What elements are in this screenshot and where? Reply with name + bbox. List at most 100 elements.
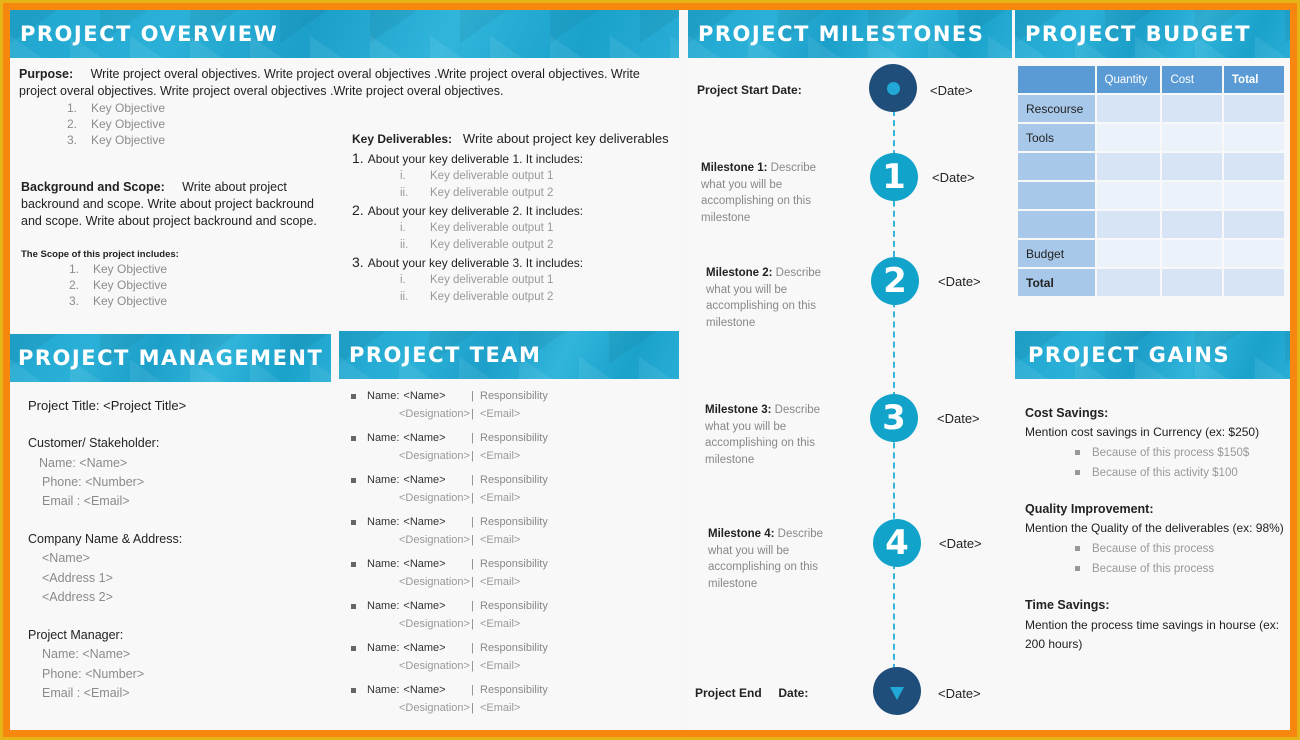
separator: | [471,576,474,588]
member-name: <Name> [403,390,446,402]
milestone-date: <Date> [938,274,981,289]
member-designation: <Designation> [399,450,470,462]
member-email: <Email> [480,450,521,462]
objective-item: 2. Key Objective [67,116,165,132]
objective-item: 3. Key Objective [67,132,165,148]
objective-item: 3. Key Objective [69,293,167,309]
mgmt-customer-phone: Phone: <Number> [42,475,145,489]
budget-row-label: Budget [1018,240,1095,267]
deliverable-item: 1. About your key deliverable 1. It inclu… [352,150,672,168]
item-number: 2. [67,117,78,131]
quality-label: Quality Improvement: [1025,502,1154,516]
deliverable-number: 3. [352,254,364,270]
budget-cell[interactable] [1162,182,1222,209]
budget-cell[interactable] [1162,95,1222,122]
separator: | [471,492,474,504]
bullet-icon [1075,470,1080,476]
bullet-icon [351,519,356,525]
budget-cell[interactable] [1162,124,1222,151]
mgmt-manager-name: Name: <Name> [42,647,131,661]
budget-cell[interactable] [1223,269,1284,296]
team-member: Name: <Name> | Responsibility <Designation> |… [351,682,671,724]
milestone-date: <Date> [939,536,982,551]
separator: | [471,618,474,630]
gain-bullet-item: Because of this process [1075,559,1214,579]
budget-cell[interactable] [1223,124,1284,151]
budget-column-header: Cost [1162,66,1222,93]
gain-bullet-item: Because of this activity $100 [1075,463,1249,483]
member-name: <Name> [403,558,446,570]
budget-cell[interactable] [1162,240,1222,267]
separator: | [471,432,474,444]
management-header: PROJECT MANAGEMENT [10,334,331,382]
item-number: 2. [69,278,80,292]
separator: | [471,408,474,420]
background-label: Background and Scope: [21,180,165,194]
budget-cell[interactable] [1162,153,1222,180]
output-numeral: i. [400,274,406,286]
output-numeral: ii. [400,238,409,251]
member-name-label: Name: [367,558,400,570]
bullet-icon [351,603,356,609]
team-member: Name: <Name> | Responsibility <Designation> |… [351,640,671,682]
budget-cell[interactable] [1096,153,1161,180]
budget-table: Quantity Cost Total Rescourse Tools Budget Tot… [1016,64,1286,298]
mgmt-company-label: Company Name & Address: [28,532,183,546]
output-numeral: i. [400,222,406,234]
budget-cell[interactable] [1096,124,1161,151]
deliverable-output: ii. Key deliverable output 2 [352,237,672,254]
purpose-text: Write project overal objectives. Write p… [19,67,640,98]
budget-cell[interactable] [1096,95,1161,122]
deliverable-text: About your key deliverable 1. It include… [367,152,584,166]
overview-title: PROJECT OVERVIEW [20,22,279,46]
background-block: Background and Scope: Write about projec… [21,179,321,230]
budget-cell[interactable] [1096,211,1161,238]
budget-cell[interactable] [1162,211,1222,238]
budget-header-row: Quantity Cost Total [1018,66,1284,93]
budget-cell[interactable] [1223,182,1284,209]
milestone-number-badge: 2 [871,257,919,305]
budget-cell[interactable] [1223,153,1284,180]
budget-column-header [1018,66,1095,93]
budget-cell[interactable] [1223,240,1284,267]
mgmt-customer-name: Name: <Name> [39,456,128,470]
mgmt-company-address2: <Address 2> [42,590,113,604]
milestone-text: Milestone 4: Describe what you will be a… [708,526,838,592]
team-member: Name: <Name> | Responsibility <Designation> |… [351,556,671,598]
member-designation: <Designation> [399,702,470,714]
bullet-icon [1075,566,1080,572]
purpose-block: Purpose: Write project overal objectives… [19,66,649,100]
end-date-value: <Date> [938,686,981,701]
member-name-label: Name: [367,600,400,612]
budget-cell[interactable] [1223,95,1284,122]
separator: | [471,684,474,696]
output-text: Key deliverable output 2 [430,238,554,251]
budget-row-label [1018,153,1095,180]
output-numeral: ii. [400,186,409,199]
mgmt-manager-phone: Phone: <Number> [42,667,145,681]
member-responsibility: Responsibility [480,600,548,612]
gain-bullet-text: Because of this process [1092,563,1215,575]
member-name-label: Name: [367,516,400,528]
milestone-date: <Date> [937,411,980,426]
milestones-title: PROJECT MILESTONES [698,22,985,46]
budget-cell[interactable] [1223,211,1284,238]
separator: | [471,534,474,546]
budget-cell[interactable] [1096,240,1161,267]
milestone-label: Milestone 4: [708,528,775,540]
separator: | [471,450,474,462]
budget-row-label: Total [1018,269,1095,296]
member-designation: <Designation> [399,534,470,546]
gain-bullet-text: Because of this process [1092,543,1215,555]
separator: | [471,660,474,672]
budget-cell[interactable] [1162,269,1222,296]
budget-cell[interactable] [1096,182,1161,209]
member-name-label: Name: [367,432,400,444]
gain-bullet-text: Because of this activity $100 [1092,467,1238,479]
start-date-label: Project Start Date: [697,83,802,97]
milestone-number-badge: 1 [870,153,918,201]
budget-cell[interactable] [1096,269,1161,296]
budget-row: Tools [1018,124,1284,151]
milestone-label: Milestone 3: [705,404,772,416]
member-designation: <Designation> [399,660,470,672]
